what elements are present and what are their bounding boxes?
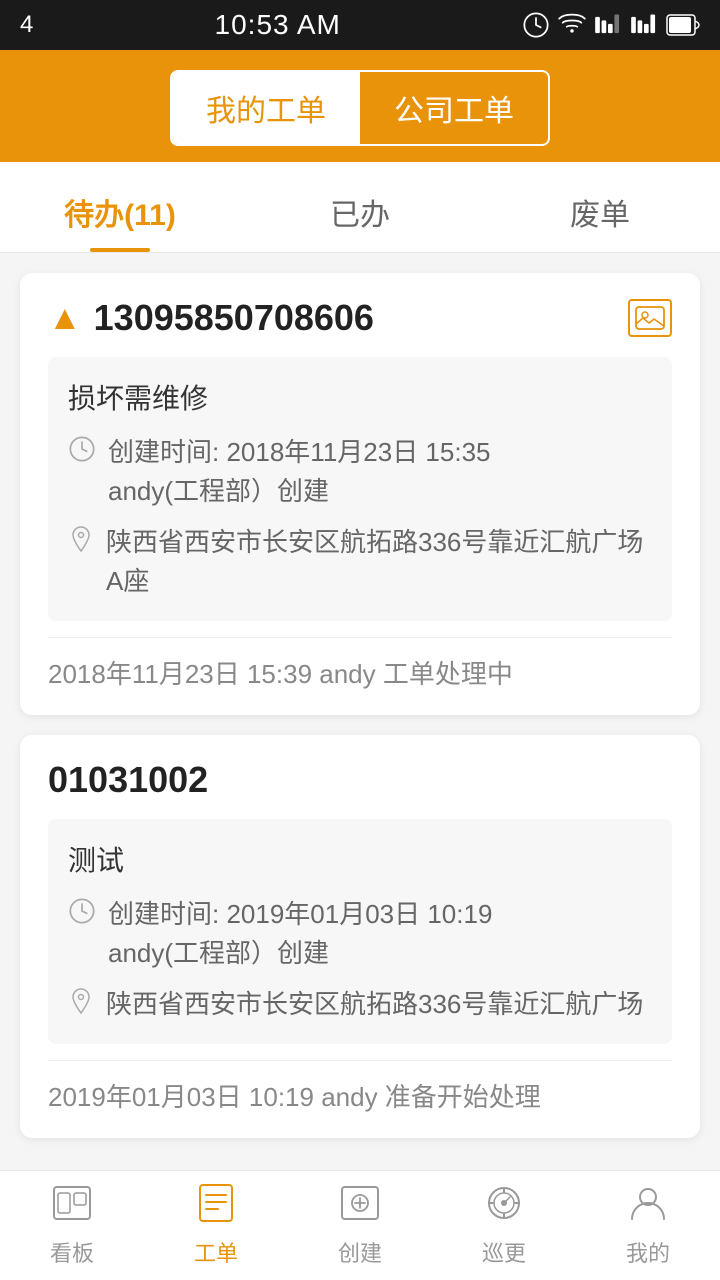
card2-time-row: 创建时间: 2019年01月03日 10:19 andy(工程部）创建 bbox=[68, 895, 652, 973]
card1-info-box: 损坏需维修 创建时间: 2018年11月23日 15:35 andy(工程部）创… bbox=[48, 357, 672, 621]
nav-patrol[interactable]: 巡更 bbox=[432, 1171, 576, 1280]
card1-footer: 2018年11月23日 15:39 andy 工单处理中 bbox=[48, 637, 672, 691]
card1-time-text: 创建时间: 2018年11月23日 15:35 andy(工程部）创建 bbox=[108, 433, 491, 511]
card1-location-text: 陕西省西安市长安区航拓路336号靠近汇航广场A座 bbox=[106, 523, 652, 601]
card2-id: 01031002 bbox=[48, 759, 672, 801]
card2-footer: 2019年01月03日 10:19 andy 准备开始处理 bbox=[48, 1060, 672, 1114]
card2-type: 测试 bbox=[68, 839, 652, 879]
card1-header: ▲ 13095850708606 bbox=[48, 297, 672, 339]
kanban-icon bbox=[50, 1183, 94, 1230]
nav-mine[interactable]: 我的 bbox=[576, 1171, 720, 1280]
card1-location-row: 陕西省西安市长安区航拓路336号靠近汇航广场A座 bbox=[68, 523, 652, 601]
patrol-icon bbox=[482, 1183, 526, 1230]
card1-time-row: 创建时间: 2018年11月23日 15:35 andy(工程部）创建 bbox=[68, 433, 652, 511]
card1-id: 13095850708606 bbox=[94, 297, 616, 339]
order-card-2[interactable]: 01031002 测试 创建时间: 2019年01月03日 10:19 andy… bbox=[20, 735, 700, 1138]
my-orders-tab[interactable]: 我的工单 bbox=[172, 72, 360, 144]
patrol-label: 巡更 bbox=[482, 1236, 526, 1268]
mine-icon bbox=[626, 1183, 670, 1230]
废单-tab[interactable]: 废单 bbox=[480, 162, 720, 252]
main-tab-switcher: 我的工单 公司工单 bbox=[170, 70, 550, 146]
card2-location-text: 陕西省西安市长安区航拓路336号靠近汇航广场 bbox=[106, 985, 643, 1024]
workorder-icon bbox=[194, 1183, 238, 1230]
nav-workorder[interactable]: 工单 bbox=[144, 1171, 288, 1280]
header: 我的工单 公司工单 bbox=[0, 50, 720, 162]
location-icon bbox=[68, 525, 94, 560]
card1-type: 损坏需维修 bbox=[68, 377, 652, 417]
mine-label: 我的 bbox=[626, 1236, 670, 1268]
order-list: ▲ 13095850708606 损坏需维修 创建时间: 2018年11月23日… bbox=[0, 253, 720, 1268]
status-time: 10:53 AM bbox=[215, 9, 341, 41]
card2-time-text: 创建时间: 2019年01月03日 10:19 andy(工程部）创建 bbox=[108, 895, 492, 973]
card2-header: 01031002 bbox=[48, 759, 672, 801]
done-tab[interactable]: 已办 bbox=[240, 162, 480, 252]
nav-kanban[interactable]: 看板 bbox=[0, 1171, 144, 1280]
card2-location-row: 陕西省西安市长安区航拓路336号靠近汇航广场 bbox=[68, 985, 652, 1024]
tab-switcher-container: 我的工单 公司工单 bbox=[30, 70, 690, 162]
create-icon bbox=[338, 1183, 382, 1230]
warning-icon: ▲ bbox=[48, 299, 82, 338]
clock-icon-2 bbox=[68, 897, 96, 932]
workorder-label: 工单 bbox=[194, 1236, 238, 1268]
clock-icon bbox=[68, 435, 96, 470]
kanban-label: 看板 bbox=[50, 1236, 94, 1268]
status-bar: 4 10:53 AM bbox=[0, 0, 720, 50]
company-orders-tab[interactable]: 公司工单 bbox=[360, 72, 548, 144]
location-icon-2 bbox=[68, 987, 94, 1022]
create-label: 创建 bbox=[338, 1236, 382, 1268]
nav-create[interactable]: 创建 bbox=[288, 1171, 432, 1280]
bottom-nav: 看板 工单 创建 bbox=[0, 1170, 720, 1280]
card1-image-btn[interactable] bbox=[628, 299, 672, 337]
order-card-1[interactable]: ▲ 13095850708606 损坏需维修 创建时间: 2018年11月23日… bbox=[20, 273, 700, 715]
sub-tabs: 待办(11) 已办 废单 bbox=[0, 162, 720, 253]
card2-info-box: 测试 创建时间: 2019年01月03日 10:19 andy(工程部）创建 陕… bbox=[48, 819, 672, 1044]
status-icons bbox=[522, 11, 700, 39]
status-left: 4 bbox=[20, 11, 33, 39]
pending-tab[interactable]: 待办(11) bbox=[0, 162, 240, 252]
